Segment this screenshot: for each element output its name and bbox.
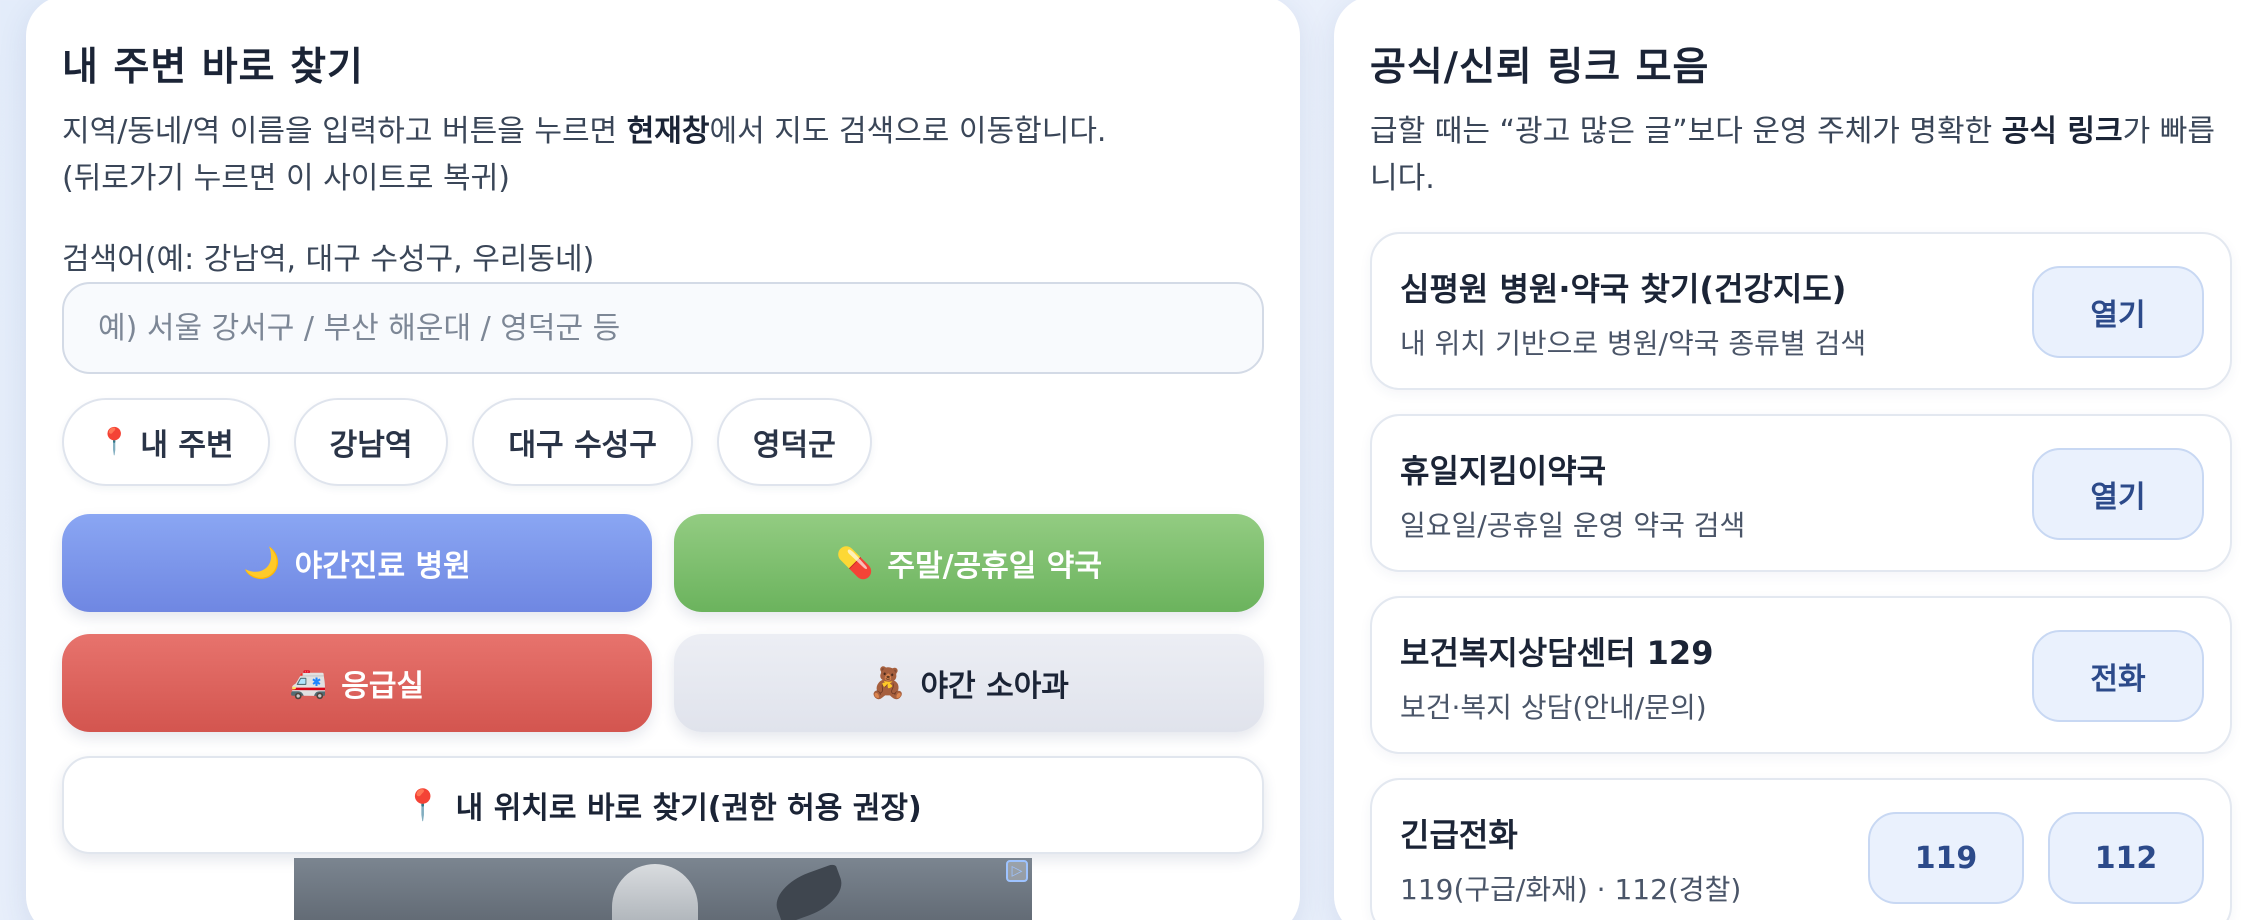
link-item-subtitle: 보건·복지 상담(안내/문의) xyxy=(1400,691,1707,724)
chip-gangnam[interactable]: 강남역 xyxy=(293,398,449,486)
emergency-room-button[interactable]: 🚑 응급실 xyxy=(62,634,652,732)
search-input[interactable] xyxy=(62,282,1264,374)
pin-icon: 📍 xyxy=(404,787,442,823)
weekend-pharmacy-label: 주말/공휴일 약국 xyxy=(887,549,1102,584)
link-item-holiday-pharmacy: 휴일지킴이약국 일요일/공휴일 운영 약국 검색 열기 xyxy=(1370,414,2232,572)
official-links-title: 공식/신뢰 링크 모음 xyxy=(1370,45,1710,90)
call-119-button[interactable]: 119 xyxy=(1868,812,2024,904)
nearby-search-description: 지역/동네/역 이름을 입력하고 버튼을 누르면 현재창에서 지도 검색으로 이… xyxy=(62,114,1107,196)
link-item-emergency-call: 긴급전화 119(구급/화재) · 112(경찰) 119 112 xyxy=(1370,778,2232,920)
night-hospital-label: 야간진료 병원 xyxy=(294,549,471,584)
link-item-subtitle: 119(구급/화재) · 112(경찰) xyxy=(1400,873,1742,906)
link-item-subtitle: 내 위치 기반으로 병원/약국 종류별 검색 xyxy=(1400,327,1867,360)
night-hospital-button[interactable]: 🌙 야간진료 병원 xyxy=(62,514,652,612)
chip-label: 대구 수성구 xyxy=(508,428,657,463)
pill-icon: 💊 xyxy=(836,545,874,581)
call-112-button[interactable]: 112 xyxy=(2048,812,2204,904)
night-pediatrics-button[interactable]: 🧸 야간 소아과 xyxy=(674,634,1264,732)
nearby-search-card: 내 주변 바로 찾기 지역/동네/역 이름을 입력하고 버튼을 누르면 현재창에… xyxy=(26,0,1300,920)
official-links-description: 급할 때는 “광고 많은 글”보다 운영 주체가 명확한 공식 링크가 빠릅니다… xyxy=(1370,114,2215,196)
teddy-bear-icon: 🧸 xyxy=(869,665,907,701)
link-item-title: 휴일지킴이약국 xyxy=(1400,452,1607,490)
chip-label: 영덕군 xyxy=(752,428,836,463)
search-label: 검색어(예: 강남역, 대구 수성구, 우리동네) xyxy=(62,242,595,277)
link-item-129-center: 보건복지상담센터 129 보건·복지 상담(안내/문의) 전화 xyxy=(1370,596,2232,754)
chip-label: 강남역 xyxy=(329,428,413,463)
link-item-hira-map: 심평원 병원·약국 찾기(건강지도) 내 위치 기반으로 병원/약국 종류별 검… xyxy=(1370,232,2232,390)
link-item-title: 보건복지상담센터 129 xyxy=(1400,634,1714,672)
open-button[interactable]: 열기 xyxy=(2032,448,2204,540)
link-item-subtitle: 일요일/공휴일 운영 약국 검색 xyxy=(1400,509,1746,542)
moon-icon: 🌙 xyxy=(243,545,281,581)
chip-label: 내 주변 xyxy=(140,428,234,463)
ad-choices-icon[interactable]: ▷ xyxy=(1006,860,1028,882)
night-pediatrics-label: 야간 소아과 xyxy=(920,669,1069,704)
nearby-search-title: 내 주변 바로 찾기 xyxy=(62,45,364,90)
call-button[interactable]: 전화 xyxy=(2032,630,2204,722)
bird-shape xyxy=(769,863,849,920)
emergency-room-label: 응급실 xyxy=(341,669,425,704)
ad-banner-image[interactable]: ▷ xyxy=(294,858,1032,920)
hooded-figure-shape xyxy=(612,864,698,920)
chip-daegu-suseong[interactable]: 대구 수성구 xyxy=(472,398,693,486)
quick-chips: 📍 내 주변 강남역 대구 수성구 영덕군 xyxy=(62,398,872,486)
official-links-card: 공식/신뢰 링크 모음 급할 때는 “광고 많은 글”보다 운영 주체가 명확한… xyxy=(1334,0,2250,920)
chip-yeongdeok[interactable]: 영덕군 xyxy=(716,398,872,486)
link-item-title: 긴급전화 xyxy=(1400,816,1518,854)
my-location-label: 내 위치로 바로 찾기(권한 허용 권장) xyxy=(455,791,922,826)
chip-my-area[interactable]: 📍 내 주변 xyxy=(62,398,270,486)
open-button[interactable]: 열기 xyxy=(2032,266,2204,358)
weekend-pharmacy-button[interactable]: 💊 주말/공휴일 약국 xyxy=(674,514,1264,612)
my-location-button[interactable]: 📍 내 위치로 바로 찾기(권한 허용 권장) xyxy=(62,756,1264,854)
pin-icon: 📍 xyxy=(98,427,131,457)
link-item-title: 심평원 병원·약국 찾기(건강지도) xyxy=(1400,270,1847,308)
ambulance-icon: 🚑 xyxy=(289,665,328,701)
